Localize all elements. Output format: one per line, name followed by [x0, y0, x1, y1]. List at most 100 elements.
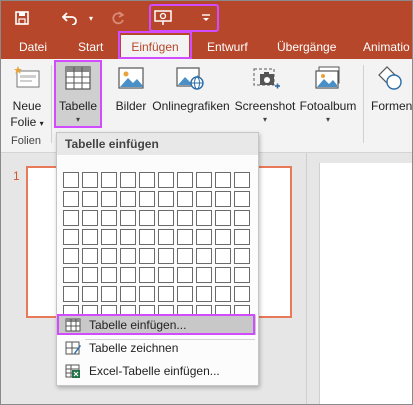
table-grid-cell[interactable]	[196, 229, 212, 245]
tab-start[interactable]: Start	[78, 35, 103, 59]
table-grid-cell[interactable]	[196, 172, 212, 188]
table-grid-cell[interactable]	[177, 191, 193, 207]
save-icon[interactable]	[11, 7, 33, 29]
table-grid-cell[interactable]	[63, 210, 79, 226]
table-grid-cell[interactable]	[139, 267, 155, 283]
table-grid-cell[interactable]	[158, 286, 174, 302]
new-slide-button[interactable]: Neue Folie ▾	[5, 59, 49, 139]
tab-einfuegen-highlight	[118, 31, 192, 59]
table-grid-cell[interactable]	[120, 210, 136, 226]
table-grid-cell[interactable]	[139, 191, 155, 207]
table-grid-cell[interactable]	[158, 267, 174, 283]
undo-dropdown-icon[interactable]: ▾	[85, 7, 97, 29]
table-grid-cell[interactable]	[101, 229, 117, 245]
screenshot-button[interactable]: Screenshot ▾	[233, 59, 297, 139]
redo-icon[interactable]	[107, 7, 129, 29]
table-grid-cell[interactable]	[82, 286, 98, 302]
table-grid-cell[interactable]	[234, 248, 250, 264]
table-grid-cell[interactable]	[234, 286, 250, 302]
table-grid-cell[interactable]	[82, 267, 98, 283]
table-grid-cell[interactable]	[63, 286, 79, 302]
table-grid-cell[interactable]	[158, 210, 174, 226]
draw-table-menu-item[interactable]: Tabelle zeichnen	[59, 338, 256, 358]
table-grid-cell[interactable]	[215, 191, 231, 207]
tab-datei[interactable]: Datei	[19, 35, 47, 59]
table-grid-cell[interactable]	[82, 229, 98, 245]
table-grid-cell[interactable]	[63, 248, 79, 264]
pictures-button[interactable]: Bilder	[111, 59, 151, 139]
table-grid-cell[interactable]	[234, 172, 250, 188]
table-grid-cell[interactable]	[82, 210, 98, 226]
table-grid-cell[interactable]	[177, 210, 193, 226]
tab-entwurf[interactable]: Entwurf	[207, 35, 248, 59]
table-grid-cell[interactable]	[139, 172, 155, 188]
photo-album-button[interactable]: Fotoalbum ▾	[297, 59, 359, 139]
excel-table-menu-item[interactable]: Excel-Tabelle einfügen...	[59, 361, 256, 381]
table-grid-cell[interactable]	[120, 267, 136, 283]
table-grid-cell[interactable]	[120, 248, 136, 264]
table-grid-cell[interactable]	[177, 229, 193, 245]
table-grid-cell[interactable]	[177, 286, 193, 302]
table-grid-cell[interactable]	[63, 229, 79, 245]
table-grid-cell[interactable]	[234, 210, 250, 226]
table-grid-cell[interactable]	[139, 248, 155, 264]
table-grid-cell[interactable]	[215, 286, 231, 302]
table-grid-cell[interactable]	[63, 191, 79, 207]
table-grid-cell[interactable]	[101, 210, 117, 226]
photo-album-icon	[313, 65, 343, 94]
table-grid-cell[interactable]	[101, 172, 117, 188]
online-pictures-label: Onlinegrafiken	[152, 99, 230, 113]
undo-icon[interactable]	[59, 7, 81, 29]
table-grid-cell[interactable]	[139, 210, 155, 226]
table-button[interactable]: Tabelle ▾	[56, 59, 100, 139]
table-grid-cell[interactable]	[139, 286, 155, 302]
table-grid-cell[interactable]	[82, 172, 98, 188]
table-grid-cell[interactable]	[101, 286, 117, 302]
table-grid-cell[interactable]	[177, 172, 193, 188]
table-grid-cell[interactable]	[234, 191, 250, 207]
table-grid-cell[interactable]	[120, 172, 136, 188]
table-grid-cell[interactable]	[196, 267, 212, 283]
table-grid-cell[interactable]	[215, 210, 231, 226]
table-grid-cell[interactable]	[139, 229, 155, 245]
shapes-icon	[375, 65, 405, 94]
table-grid-cell[interactable]	[177, 267, 193, 283]
table-grid-cell[interactable]	[196, 286, 212, 302]
table-grid-cell[interactable]	[158, 172, 174, 188]
table-grid-cell[interactable]	[158, 191, 174, 207]
pane-divider[interactable]	[306, 153, 307, 404]
slide-canvas[interactable]	[319, 163, 412, 404]
table-grid-cell[interactable]	[120, 229, 136, 245]
table-grid-cell[interactable]	[120, 286, 136, 302]
table-grid-cell[interactable]	[234, 267, 250, 283]
table-grid-cell[interactable]	[196, 191, 212, 207]
tab-animationen[interactable]: Animatio	[363, 35, 410, 59]
table-grid-cell[interactable]	[101, 191, 117, 207]
table-grid-cell[interactable]	[215, 267, 231, 283]
table-grid-cell[interactable]	[177, 248, 193, 264]
table-grid-cell[interactable]	[120, 191, 136, 207]
table-grid-cell[interactable]	[101, 248, 117, 264]
shapes-button[interactable]: Formen	[369, 59, 412, 139]
pictures-label: Bilder	[115, 99, 147, 113]
table-grid-cell[interactable]	[158, 248, 174, 264]
table-grid-cell[interactable]	[215, 229, 231, 245]
online-pictures-button[interactable]: Onlinegrafiken	[151, 59, 231, 139]
table-grid-cell[interactable]	[63, 267, 79, 283]
pictures-icon	[117, 65, 145, 94]
screenshot-caret-icon: ▾	[262, 115, 267, 124]
screenshot-label: Screenshot	[234, 99, 296, 113]
table-grid-cell[interactable]	[196, 210, 212, 226]
slide-thumbnail-number: 1	[13, 169, 20, 183]
table-grid-cell[interactable]	[82, 191, 98, 207]
table-grid-cell[interactable]	[158, 229, 174, 245]
table-grid-cell[interactable]	[215, 172, 231, 188]
table-label: Tabelle	[58, 99, 98, 113]
table-grid-cell[interactable]	[215, 248, 231, 264]
table-grid-cell[interactable]	[196, 248, 212, 264]
table-grid-cell[interactable]	[101, 267, 117, 283]
table-grid-cell[interactable]	[82, 248, 98, 264]
tab-uebergaenge[interactable]: Übergänge	[277, 35, 336, 59]
table-grid-cell[interactable]	[234, 229, 250, 245]
table-grid-cell[interactable]	[63, 172, 79, 188]
